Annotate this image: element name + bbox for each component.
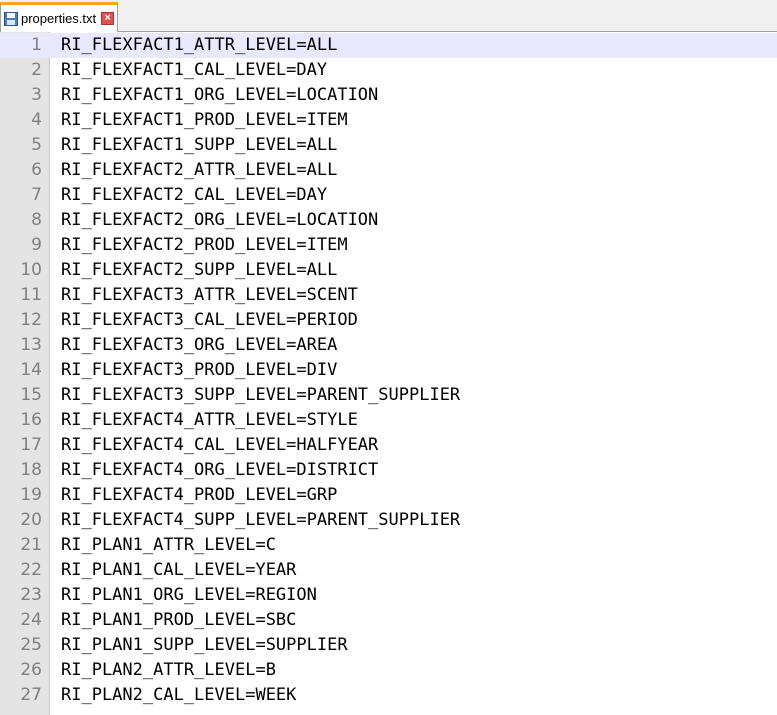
line-number: 10 — [20, 260, 42, 280]
line-text[interactable]: RI_FLEXFACT3_ATTR_LEVEL=SCENT — [61, 283, 358, 308]
line-text[interactable]: RI_PLAN2_CAL_LEVEL=WEEK — [61, 683, 296, 708]
code-line[interactable]: 20 RI_FLEXFACT4_SUPP_LEVEL=PARENT_SUPPLIE… — [0, 508, 777, 533]
line-text[interactable]: RI_FLEXFACT1_SUPP_LEVEL=ALL — [61, 133, 337, 158]
code-line[interactable]: 22 RI_PLAN1_CAL_LEVEL=YEAR — [0, 558, 777, 583]
line-number: 24 — [20, 610, 42, 630]
line-text[interactable]: RI_FLEXFACT2_CAL_LEVEL=DAY — [61, 183, 327, 208]
line-number: 17 — [20, 435, 42, 455]
line-number: 20 — [20, 510, 42, 530]
line-text[interactable]: RI_FLEXFACT3_CAL_LEVEL=PERIOD — [61, 308, 358, 333]
code-line[interactable]: 25 RI_PLAN1_SUPP_LEVEL=SUPPLIER — [0, 633, 777, 658]
code-line[interactable]: 17 RI_FLEXFACT4_CAL_LEVEL=HALFYEAR — [0, 433, 777, 458]
line-number: 13 — [20, 335, 42, 355]
line-number: 11 — [20, 285, 42, 305]
code-line[interactable]: 16 RI_FLEXFACT4_ATTR_LEVEL=STYLE — [0, 408, 777, 433]
code-line[interactable]: 19 RI_FLEXFACT4_PROD_LEVEL=GRP — [0, 483, 777, 508]
line-number: 9 — [31, 235, 42, 255]
line-number: 14 — [20, 360, 42, 380]
line-number: 15 — [20, 385, 42, 405]
code-line[interactable]: 12 RI_FLEXFACT3_CAL_LEVEL=PERIOD — [0, 308, 777, 333]
line-number: 12 — [20, 310, 42, 330]
code-line[interactable]: 23 RI_PLAN1_ORG_LEVEL=REGION — [0, 583, 777, 608]
code-line[interactable]: 15 RI_FLEXFACT3_SUPP_LEVEL=PARENT_SUPPLIE… — [0, 383, 777, 408]
code-line[interactable]: 18 RI_FLEXFACT4_ORG_LEVEL=DISTRICT — [0, 458, 777, 483]
code-line[interactable]: 9 RI_FLEXFACT2_PROD_LEVEL=ITEM — [0, 233, 777, 258]
code-line[interactable]: 21 RI_PLAN1_ATTR_LEVEL=C — [0, 533, 777, 558]
line-text[interactable]: RI_FLEXFACT2_SUPP_LEVEL=ALL — [61, 258, 337, 283]
line-text[interactable]: RI_FLEXFACT4_CAL_LEVEL=HALFYEAR — [61, 433, 378, 458]
code-line[interactable]: 8 RI_FLEXFACT2_ORG_LEVEL=LOCATION — [0, 208, 777, 233]
line-text[interactable]: RI_FLEXFACT4_ATTR_LEVEL=STYLE — [61, 408, 358, 433]
line-text[interactable]: RI_FLEXFACT4_PROD_LEVEL=GRP — [61, 483, 337, 508]
line-text[interactable]: RI_PLAN1_CAL_LEVEL=YEAR — [61, 558, 296, 583]
line-text[interactable]: RI_FLEXFACT2_PROD_LEVEL=ITEM — [61, 233, 348, 258]
line-text[interactable]: RI_FLEXFACT4_SUPP_LEVEL=PARENT_SUPPLIER — [61, 508, 460, 533]
code-line[interactable]: 10 RI_FLEXFACT2_SUPP_LEVEL=ALL — [0, 258, 777, 283]
code-line[interactable]: 7 RI_FLEXFACT2_CAL_LEVEL=DAY — [0, 183, 777, 208]
code-line[interactable]: 24 RI_PLAN1_PROD_LEVEL=SBC — [0, 608, 777, 633]
line-text[interactable]: RI_PLAN1_SUPP_LEVEL=SUPPLIER — [61, 633, 348, 658]
code-line[interactable]: 2 RI_FLEXFACT1_CAL_LEVEL=DAY — [0, 58, 777, 83]
line-number: 7 — [31, 185, 42, 205]
line-number: 19 — [20, 485, 42, 505]
line-text[interactable]: RI_FLEXFACT1_PROD_LEVEL=ITEM — [61, 108, 348, 133]
code-line[interactable]: 6 RI_FLEXFACT2_ATTR_LEVEL=ALL — [0, 158, 777, 183]
code-line[interactable]: 11 RI_FLEXFACT3_ATTR_LEVEL=SCENT — [0, 283, 777, 308]
line-number: 16 — [20, 410, 42, 430]
line-number: 21 — [20, 535, 42, 555]
line-text[interactable]: RI_FLEXFACT3_PROD_LEVEL=DIV — [61, 358, 337, 383]
code-line[interactable]: 26 RI_PLAN2_ATTR_LEVEL=B — [0, 658, 777, 683]
code-line[interactable]: 4 RI_FLEXFACT1_PROD_LEVEL=ITEM — [0, 108, 777, 133]
line-number: 1 — [31, 35, 42, 55]
code-line[interactable]: 27 RI_PLAN2_CAL_LEVEL=WEEK — [0, 683, 777, 708]
code-line[interactable]: 14 RI_FLEXFACT3_PROD_LEVEL=DIV — [0, 358, 777, 383]
line-number: 8 — [31, 210, 42, 230]
line-number: 26 — [20, 660, 42, 680]
line-text[interactable]: RI_PLAN1_ATTR_LEVEL=C — [61, 533, 276, 558]
line-number: 23 — [20, 585, 42, 605]
text-editor[interactable]: 1 RI_FLEXFACT1_ATTR_LEVEL=ALL 2 RI_FLEXFACT… — [0, 32, 777, 715]
line-text[interactable]: RI_PLAN1_PROD_LEVEL=SBC — [61, 608, 296, 633]
line-number: 25 — [20, 635, 42, 655]
tab-properties-txt[interactable]: properties.txt × — [0, 2, 118, 32]
line-text[interactable]: RI_FLEXFACT1_CAL_LEVEL=DAY — [61, 58, 327, 83]
code-line[interactable]: 3 RI_FLEXFACT1_ORG_LEVEL=LOCATION — [0, 83, 777, 108]
line-text[interactable]: RI_FLEXFACT4_ORG_LEVEL=DISTRICT — [61, 458, 378, 483]
close-icon[interactable]: × — [101, 12, 115, 25]
line-text[interactable]: RI_FLEXFACT1_ORG_LEVEL=LOCATION — [61, 83, 378, 108]
line-number: 5 — [31, 135, 42, 155]
line-number: 27 — [20, 685, 42, 705]
line-number: 4 — [31, 110, 42, 130]
line-text[interactable]: RI_PLAN2_ATTR_LEVEL=B — [61, 658, 276, 683]
code-line[interactable]: 13 RI_FLEXFACT3_ORG_LEVEL=AREA — [0, 333, 777, 358]
line-text[interactable]: RI_FLEXFACT3_ORG_LEVEL=AREA — [61, 333, 337, 358]
line-text[interactable]: RI_FLEXFACT1_ATTR_LEVEL=ALL — [61, 33, 337, 58]
line-number: 6 — [31, 160, 42, 180]
editor-lines: 1 RI_FLEXFACT1_ATTR_LEVEL=ALL 2 RI_FLEXFACT… — [0, 33, 777, 708]
line-text[interactable]: RI_FLEXFACT2_ATTR_LEVEL=ALL — [61, 158, 337, 183]
line-text[interactable]: RI_FLEXFACT2_ORG_LEVEL=LOCATION — [61, 208, 378, 233]
tab-label: properties.txt — [21, 11, 97, 26]
line-number: 2 — [31, 60, 42, 80]
tab-bar: properties.txt × — [0, 0, 777, 32]
line-number: 22 — [20, 560, 42, 580]
line-number: 18 — [20, 460, 42, 480]
line-text[interactable]: RI_PLAN1_ORG_LEVEL=REGION — [61, 583, 317, 608]
code-line[interactable]: 5 RI_FLEXFACT1_SUPP_LEVEL=ALL — [0, 133, 777, 158]
line-text[interactable]: RI_FLEXFACT3_SUPP_LEVEL=PARENT_SUPPLIER — [61, 383, 460, 408]
line-number: 3 — [31, 85, 42, 105]
code-line[interactable]: 1 RI_FLEXFACT1_ATTR_LEVEL=ALL — [0, 33, 777, 58]
file-saved-icon — [4, 11, 18, 26]
